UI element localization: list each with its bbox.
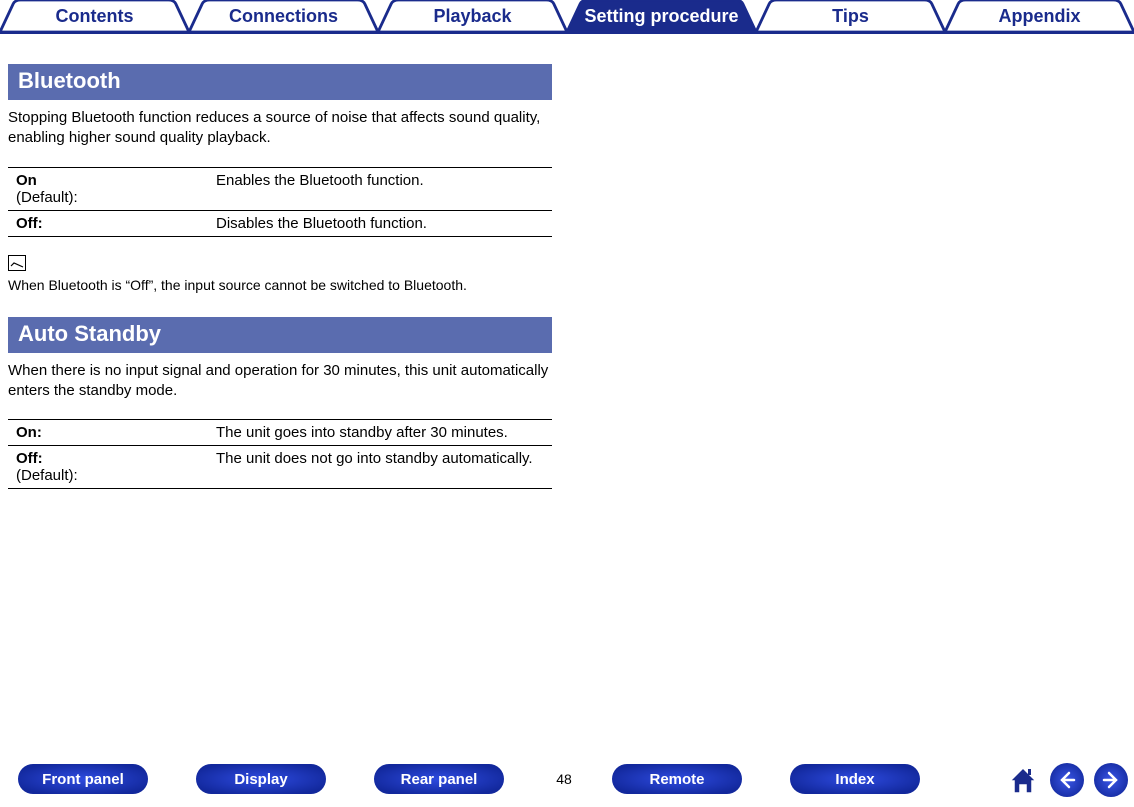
bluetooth-note: When Bluetooth is “Off”, the input sourc… [8, 255, 552, 293]
note-icon [8, 255, 26, 271]
pill-label: Remote [649, 771, 704, 788]
note-text: When Bluetooth is “Off”, the input sourc… [8, 277, 467, 293]
section-title-autostandby: Auto Standby [8, 317, 552, 353]
option-value: The unit goes into standby after 30 minu… [208, 420, 552, 446]
bluetooth-options-table: On (Default): Enables the Bluetooth func… [8, 167, 552, 237]
tab-label: Contents [56, 6, 134, 27]
top-tab-bar: Contents Connections Playback Setting pr… [0, 0, 1134, 34]
table-row: On: The unit goes into standby after 30 … [8, 420, 552, 446]
section-title-bluetooth: Bluetooth [8, 64, 552, 100]
pill-label: Front panel [42, 771, 124, 788]
option-value: Disables the Bluetooth function. [208, 210, 552, 236]
tab-label: Setting procedure [584, 6, 738, 27]
option-value: The unit does not go into standby automa… [208, 446, 552, 489]
pill-label: Rear panel [401, 771, 478, 788]
tab-tips[interactable]: Tips [756, 0, 945, 32]
tab-label: Tips [832, 6, 869, 27]
arrow-right-icon [1102, 771, 1120, 789]
option-label: On [16, 172, 37, 189]
main-content: Bluetooth Stopping Bluetooth function re… [0, 34, 560, 489]
table-row: Off: Disables the Bluetooth function. [8, 210, 552, 236]
option-value: Enables the Bluetooth function. [208, 167, 552, 210]
tab-connections[interactable]: Connections [189, 0, 378, 32]
home-icon [1006, 763, 1040, 797]
option-label-extra: (Default): [16, 467, 78, 484]
option-label: On: [16, 424, 42, 441]
footer-link-rear-panel[interactable]: Rear panel [374, 764, 504, 794]
tab-contents[interactable]: Contents [0, 0, 189, 32]
tab-playback[interactable]: Playback [378, 0, 567, 32]
tab-label: Connections [229, 6, 338, 27]
nav-icons [1006, 763, 1128, 797]
bottom-bar: Front panel Display Rear panel 48 Remote… [0, 761, 1134, 797]
table-row: Off: (Default): The unit does not go int… [8, 446, 552, 489]
tab-label: Playback [433, 6, 511, 27]
pill-label: Index [835, 771, 874, 788]
autostandby-options-table: On: The unit goes into standby after 30 … [8, 419, 552, 489]
arrow-left-icon [1058, 771, 1076, 789]
tab-label: Appendix [998, 6, 1080, 27]
next-page-button[interactable] [1094, 763, 1128, 797]
pill-label: Display [234, 771, 287, 788]
home-button[interactable] [1006, 763, 1040, 797]
footer-link-remote[interactable]: Remote [612, 764, 742, 794]
option-label: Off: [16, 450, 43, 467]
prev-page-button[interactable] [1050, 763, 1084, 797]
tab-appendix[interactable]: Appendix [945, 0, 1134, 32]
option-label: Off: [16, 215, 43, 232]
section-desc-bluetooth: Stopping Bluetooth function reduces a so… [8, 108, 552, 149]
table-row: On (Default): Enables the Bluetooth func… [8, 167, 552, 210]
footer-link-front-panel[interactable]: Front panel [18, 764, 148, 794]
footer-link-display[interactable]: Display [196, 764, 326, 794]
section-desc-autostandby: When there is no input signal and operat… [8, 361, 552, 402]
page-number: 48 [534, 771, 594, 787]
option-label-extra: (Default): [16, 189, 78, 206]
footer-link-index[interactable]: Index [790, 764, 920, 794]
tab-setting-procedure[interactable]: Setting procedure [567, 0, 756, 32]
